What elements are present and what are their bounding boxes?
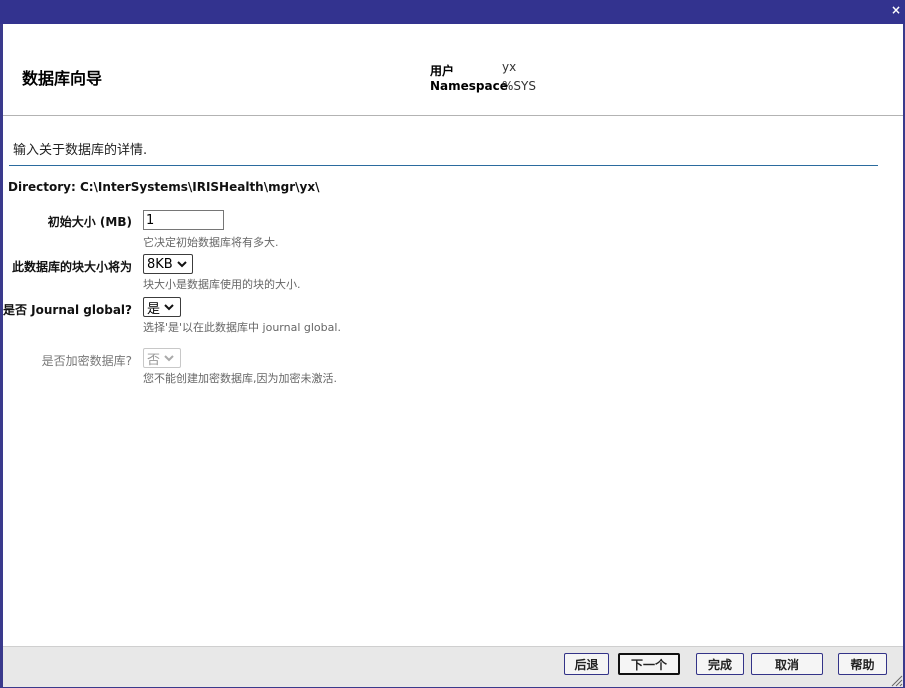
chevron-down-icon	[164, 303, 174, 310]
initial-size-hint: 它决定初始数据库将有多大.	[143, 236, 279, 249]
resize-grip-icon[interactable]	[889, 673, 903, 687]
help-button[interactable]: 帮助	[838, 653, 887, 675]
encrypt-hint: 您不能创建加密数据库,因为加密未激活.	[143, 372, 337, 385]
close-icon[interactable]: ×	[891, 3, 901, 17]
finish-button[interactable]: 完成	[696, 653, 744, 675]
block-size-hint: 块大小是数据库使用的块的大小.	[143, 278, 301, 291]
block-size-label: 此数据库的块大小将为	[11, 260, 132, 274]
encrypt-select: 否	[143, 348, 181, 368]
wizard-footer: 后退 下一个 完成 取消 帮助	[3, 646, 903, 687]
page-title: 数据库向导	[22, 69, 103, 88]
journal-hint: 选择'是'以在此数据库中 journal global.	[143, 321, 341, 334]
journal-value: 是	[147, 301, 161, 317]
chevron-down-icon	[164, 354, 174, 361]
next-button[interactable]: 下一个	[618, 653, 680, 675]
initial-size-input[interactable]	[143, 210, 224, 230]
window-titlebar: ×	[0, 0, 905, 24]
block-size-select[interactable]: 8KB	[143, 254, 193, 274]
encrypt-value: 否	[147, 352, 161, 368]
back-button[interactable]: 后退	[564, 653, 609, 675]
section-divider	[9, 165, 878, 166]
journal-label: 是否 Journal global?	[3, 303, 132, 317]
block-size-value: 8KB	[147, 256, 173, 272]
encrypt-label: 是否加密数据库?	[41, 354, 132, 368]
wizard-header: 数据库向导 用户 yx Namespace %SYS	[3, 24, 903, 116]
chevron-down-icon	[177, 260, 187, 267]
initial-size-label: 初始大小 (MB)	[47, 215, 132, 229]
user-label: 用户	[430, 64, 455, 78]
intro-text: 输入关于数据库的详情.	[13, 143, 148, 158]
namespace-value: %SYS	[502, 79, 536, 93]
directory-path: Directory: C:\InterSystems\IRISHealth\mg…	[8, 180, 320, 194]
journal-select[interactable]: 是	[143, 297, 181, 317]
namespace-label: Namespace	[430, 79, 508, 93]
cancel-button[interactable]: 取消	[751, 653, 823, 675]
user-value: yx	[502, 60, 517, 74]
wizard-dialog: 数据库向导 用户 yx Namespace %SYS 输入关于数据库的详情. D…	[3, 24, 903, 687]
